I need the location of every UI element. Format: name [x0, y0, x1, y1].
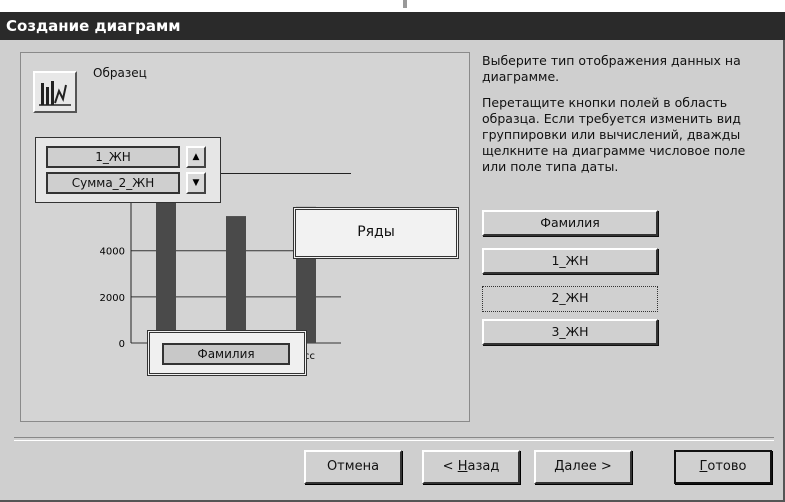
data-field-sum-2-zhn[interactable]: Сумма_2_ЖН: [46, 172, 180, 194]
top-strip: [0, 0, 785, 12]
cancel-label: Отмена: [326, 459, 380, 474]
chart-top-line: [221, 173, 351, 174]
back-label-prefix: <: [442, 459, 458, 474]
field-button-3-zhn[interactable]: 3_ЖН: [482, 319, 658, 345]
chart-type-icon: [39, 81, 71, 106]
window-title: Создание диаграмм: [6, 17, 181, 35]
title-bar: Создание диаграмм: [0, 12, 785, 40]
cancel-button[interactable]: Отмена: [304, 450, 402, 484]
top-mark: [403, 0, 407, 8]
series-drop-area[interactable]: Ряды: [293, 207, 459, 259]
finish-label-rest: отово: [707, 459, 747, 474]
chart-type-button[interactable]: [33, 71, 77, 113]
scroll-up-button[interactable]: ▲: [186, 146, 206, 168]
field-button-1-zhn[interactable]: 1_ЖН: [482, 248, 658, 274]
instructions: Выберите тип отображения данных на диагр…: [482, 53, 772, 185]
back-button[interactable]: < Назад: [422, 450, 520, 484]
scroll-down-button[interactable]: ▼: [186, 172, 206, 194]
y-tick-label: 0: [119, 339, 125, 350]
y-tick-label: 2000: [100, 293, 125, 304]
finish-button[interactable]: Готово: [674, 450, 772, 484]
instruction-text-2: Перетащите кнопки полей в область образц…: [482, 95, 746, 174]
next-label-rest: алее >: [564, 459, 612, 474]
instruction-text-1: Выберите тип отображения данных на диагр…: [482, 53, 741, 84]
y-tick-label: 4000: [100, 247, 125, 258]
back-label-rest: азад: [467, 459, 500, 474]
category-field-familiya[interactable]: Фамилия: [162, 343, 290, 365]
field-button-2-zhn[interactable]: 2_ЖН: [482, 286, 658, 312]
bar-bbb: [226, 216, 246, 343]
button-separator: [14, 437, 774, 441]
field-button-familiya[interactable]: Фамилия: [482, 210, 658, 236]
next-button[interactable]: Далее >: [534, 450, 632, 484]
next-hotkey: Д: [554, 459, 565, 474]
sample-label: Образец: [93, 66, 147, 80]
category-drop-area[interactable]: Фамилия: [147, 330, 307, 376]
bar-aaa: [156, 199, 176, 343]
chart-wizard-dialog: Создание диаграмм Образец 020004000AaaBb…: [0, 12, 785, 502]
data-fields-drop-area[interactable]: 1_ЖН Сумма_2_ЖН ▲ ▼: [35, 137, 221, 203]
data-field-1-zhn[interactable]: 1_ЖН: [46, 146, 180, 168]
sample-area[interactable]: Образец 020004000AaaBbbCcc 1_ЖН Сумма_2_…: [20, 52, 470, 422]
scroll-up-icon: ▲: [192, 152, 200, 162]
scroll-down-icon: ▼: [192, 178, 200, 188]
